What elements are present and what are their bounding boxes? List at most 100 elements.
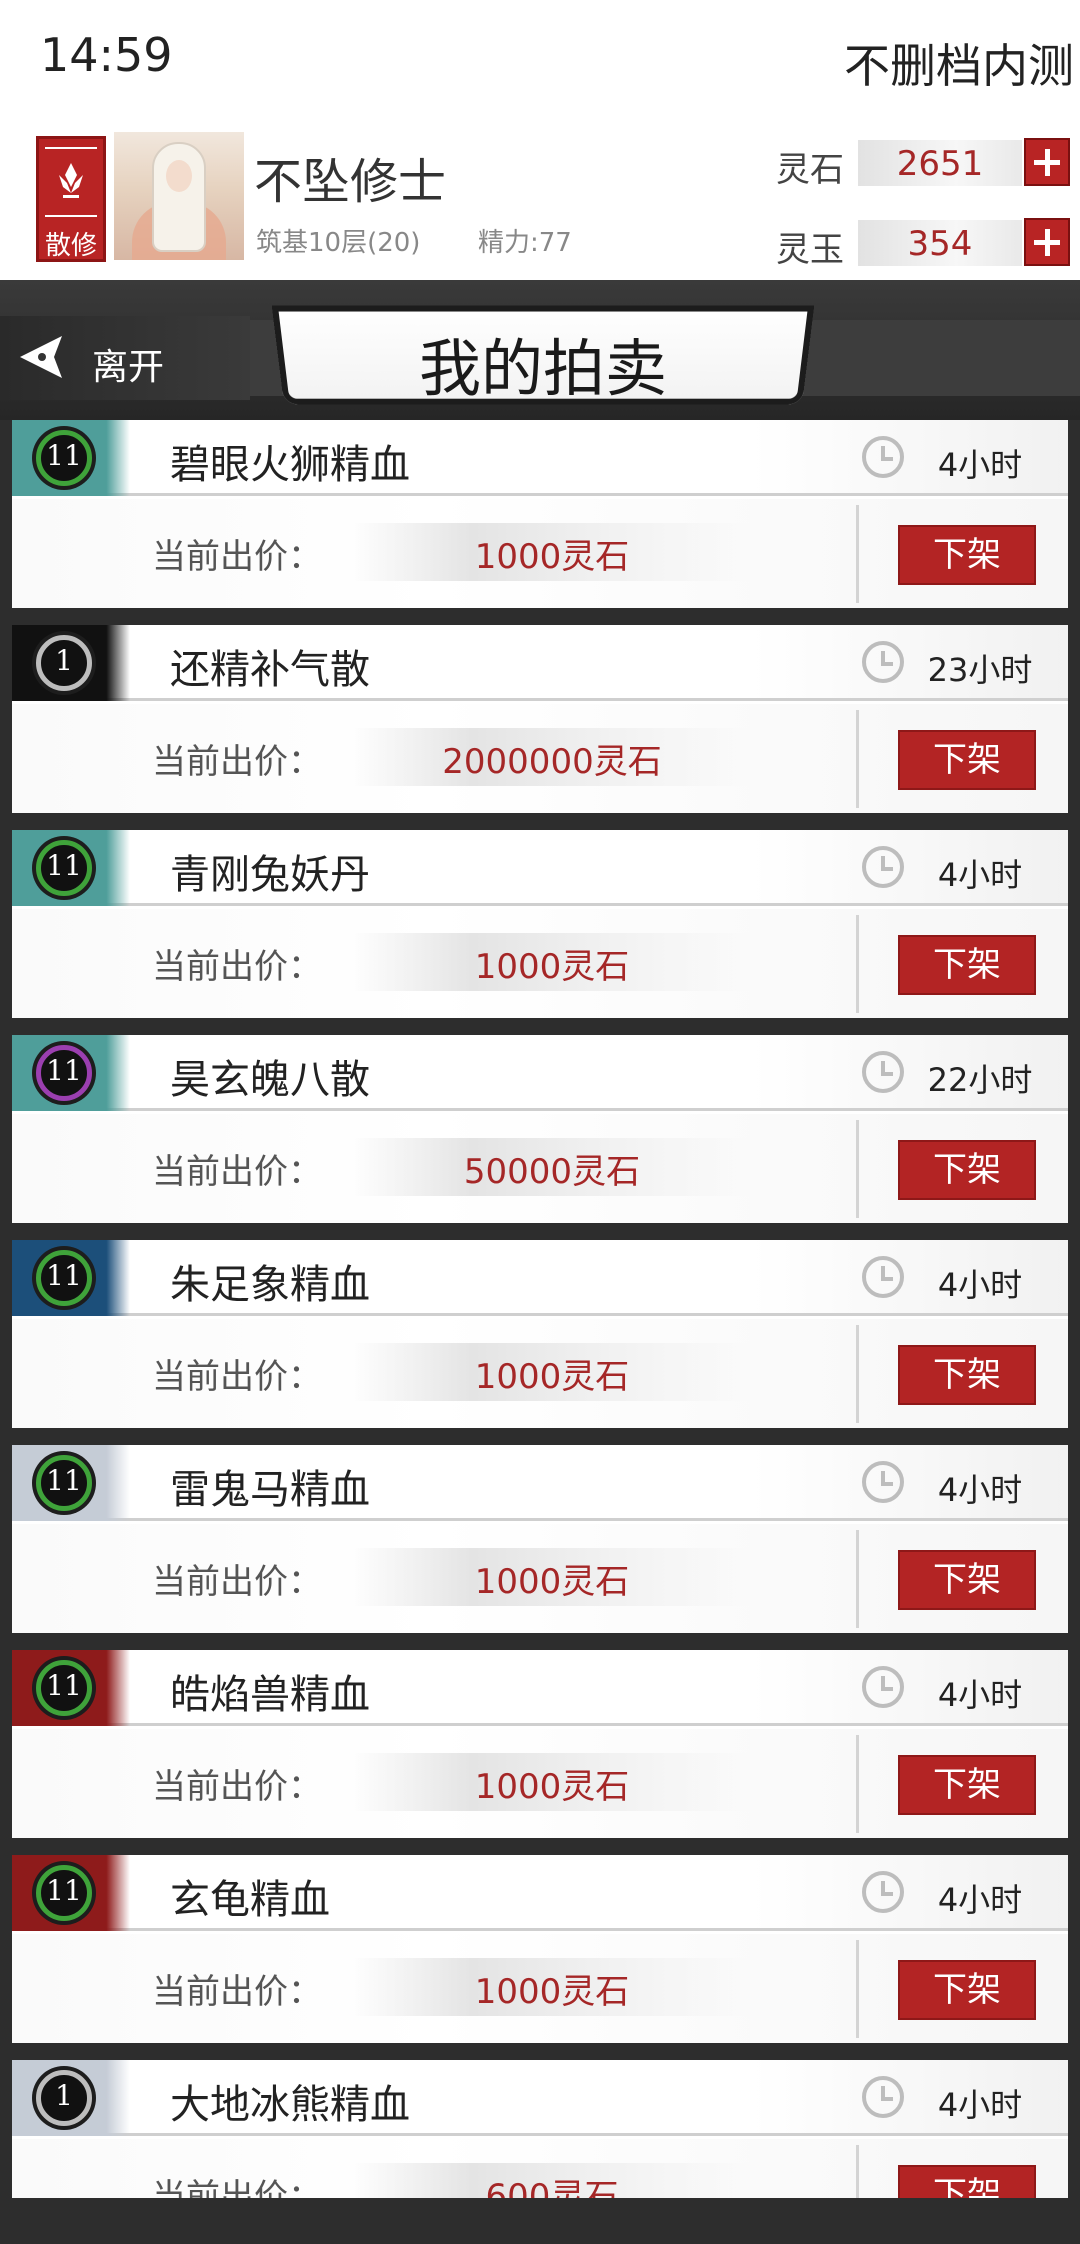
add-spirit-jade-button[interactable]	[1024, 218, 1070, 266]
grade-number: 11	[46, 1669, 82, 1702]
delist-button[interactable]: 下架	[898, 2165, 1036, 2198]
delist-button[interactable]: 下架	[898, 1345, 1036, 1405]
grade-number: 11	[46, 1259, 82, 1292]
delist-button[interactable]: 下架	[898, 935, 1036, 995]
current-bid: 1000灵石	[474, 1972, 630, 2012]
current-bid: 1000灵石	[474, 537, 630, 577]
item-name: 皓焰兽精血	[170, 1672, 370, 1718]
clock-icon	[862, 846, 904, 888]
item-header: 11 雷鬼马精血 4小时	[12, 1445, 1068, 1521]
auction-item[interactable]: 11 碧眼火狮精血 4小时 当前出价： 1000灵石 下架	[12, 420, 1068, 608]
time-remaining: 4小时	[937, 1676, 1023, 1714]
clock-icon	[862, 1666, 904, 1708]
currency-spirit-jade: 灵玉 354	[776, 216, 1070, 272]
delist-button[interactable]: 下架	[898, 730, 1036, 790]
currency-label: 灵石	[776, 150, 844, 190]
grade-badge: 11	[32, 426, 96, 490]
grade-badge: 11	[32, 1451, 96, 1515]
item-header: 11 昊玄魄八散 22小时	[12, 1035, 1068, 1111]
item-name: 还精补气散	[170, 647, 370, 693]
nav-bar: 离开 我的拍卖	[0, 280, 1080, 420]
price-label: 当前出价：	[152, 1562, 322, 1602]
item-name: 朱足象精血	[170, 1262, 370, 1308]
delist-button[interactable]: 下架	[898, 1960, 1036, 2020]
price-label: 当前出价：	[152, 947, 322, 987]
price-label: 当前出价：	[152, 1357, 322, 1397]
item-header: 1 大地冰熊精血 4小时	[12, 2060, 1068, 2136]
item-price-row: 当前出价： 1000灵石 下架	[12, 1524, 1068, 1633]
item-header: 11 碧眼火狮精血 4小时	[12, 420, 1068, 496]
clock-icon	[862, 1871, 904, 1913]
item-price-row: 当前出价： 1000灵石 下架	[12, 1934, 1068, 2043]
item-header: 11 朱足象精血 4小时	[12, 1240, 1068, 1316]
player-header: 散修 不坠修士 筑基10层(20) 精力:77 灵石 2651 灵玉 354	[0, 118, 1080, 280]
player-level: 筑基10层(20)	[256, 228, 421, 258]
delist-button[interactable]: 下架	[898, 525, 1036, 585]
grade-badge: 1	[32, 631, 96, 695]
price-label: 当前出价：	[152, 1972, 322, 2012]
grade-number: 1	[55, 644, 73, 677]
item-name: 雷鬼马精血	[170, 1467, 370, 1513]
clock-icon	[862, 641, 904, 683]
grade-number: 11	[46, 439, 82, 472]
add-spirit-stone-button[interactable]	[1024, 138, 1070, 186]
clock-icon	[862, 1256, 904, 1298]
grade-badge: 11	[32, 1041, 96, 1105]
grade-badge: 11	[32, 1246, 96, 1310]
currency-spirit-stone: 灵石 2651	[776, 136, 1070, 192]
auction-item[interactable]: 1 还精补气散 23小时当前出价： 2000000灵石 下架	[12, 625, 1068, 813]
time-remaining: 4小时	[937, 446, 1023, 484]
time-remaining: 4小时	[937, 856, 1023, 894]
currency-label: 灵玉	[776, 230, 844, 270]
time-remaining: 22小时	[927, 1061, 1033, 1099]
grade-number: 11	[46, 1054, 82, 1087]
auction-item[interactable]: 11 雷鬼马精血 4小时当前出价： 1000灵石 下架	[12, 1445, 1068, 1633]
sect-badge-label: 散修	[44, 231, 97, 261]
auction-item[interactable]: 11 朱足象精血 4小时 当前出价： 1000灵石 下架	[12, 1240, 1068, 1428]
avatar[interactable]	[114, 132, 244, 260]
clock-icon	[862, 436, 904, 478]
price-label: 当前出价：	[152, 742, 322, 782]
price-label: 当前出价：	[152, 2177, 322, 2198]
current-bid: 1000灵石	[474, 1767, 630, 1807]
delist-button[interactable]: 下架	[898, 1755, 1036, 1815]
time-remaining: 4小时	[937, 1881, 1023, 1919]
player-name: 不坠修士	[254, 154, 447, 210]
current-bid: 600灵石	[485, 2177, 619, 2198]
grade-number: 11	[46, 849, 82, 882]
auction-item[interactable]: 1 大地冰熊精血 4小时当前出价： 600灵石 下架	[12, 2060, 1068, 2198]
time-remaining: 4小时	[937, 1471, 1023, 1509]
currency-value: 354	[907, 224, 973, 264]
clock-icon	[862, 1461, 904, 1503]
player-stamina: 精力:77	[478, 228, 572, 258]
price-label: 当前出价：	[152, 1152, 322, 1192]
item-name: 昊玄魄八散	[170, 1057, 370, 1103]
delist-button[interactable]: 下架	[898, 1140, 1036, 1200]
item-price-row: 当前出价： 50000灵石 下架	[12, 1114, 1068, 1223]
delist-button[interactable]: 下架	[898, 1550, 1036, 1610]
status-carrier: 不删档内测	[844, 39, 1074, 93]
clock-icon	[862, 1051, 904, 1093]
auction-item[interactable]: 11 玄龟精血 4小时当前出价： 1000灵石 下架	[12, 1855, 1068, 2043]
grade-badge: 11	[32, 1861, 96, 1925]
grade-number: 1	[55, 2079, 73, 2112]
status-bar: 14:59 不删档内测	[0, 0, 1080, 118]
item-price-row: 当前出价： 1000灵石 下架	[12, 909, 1068, 1018]
back-button[interactable]: 离开	[0, 316, 250, 400]
grade-badge: 1	[32, 2066, 96, 2130]
auction-item[interactable]: 11 皓焰兽精血 4小时 当前出价： 1000灵石 下架	[12, 1650, 1068, 1838]
current-bid: 50000灵石	[463, 1152, 641, 1192]
current-bid: 1000灵石	[474, 1562, 630, 1602]
item-name: 青刚兔妖丹	[170, 852, 370, 898]
auction-item[interactable]: 11 昊玄魄八散 22小时当前出价： 50000灵石 下架	[12, 1035, 1068, 1223]
time-remaining: 4小时	[937, 1266, 1023, 1304]
current-bid: 2000000灵石	[442, 742, 662, 782]
item-header: 1 还精补气散 23小时	[12, 625, 1068, 701]
auction-list[interactable]: 11 碧眼火狮精血 4小时 当前出价： 1000灵石 下架 1 还精补气散 23小时 当前出价： 2…	[12, 420, 1068, 2198]
time-remaining: 23小时	[927, 651, 1033, 689]
sect-badge: 散修	[36, 136, 106, 262]
item-name: 碧眼火狮精血	[170, 442, 410, 488]
item-price-row: 当前出价： 2000000灵石 下架	[12, 704, 1068, 813]
auction-item[interactable]: 11 青刚兔妖丹 4小时当前出价： 1000灵石 下架	[12, 830, 1068, 1018]
item-name: 玄龟精血	[170, 1877, 330, 1923]
